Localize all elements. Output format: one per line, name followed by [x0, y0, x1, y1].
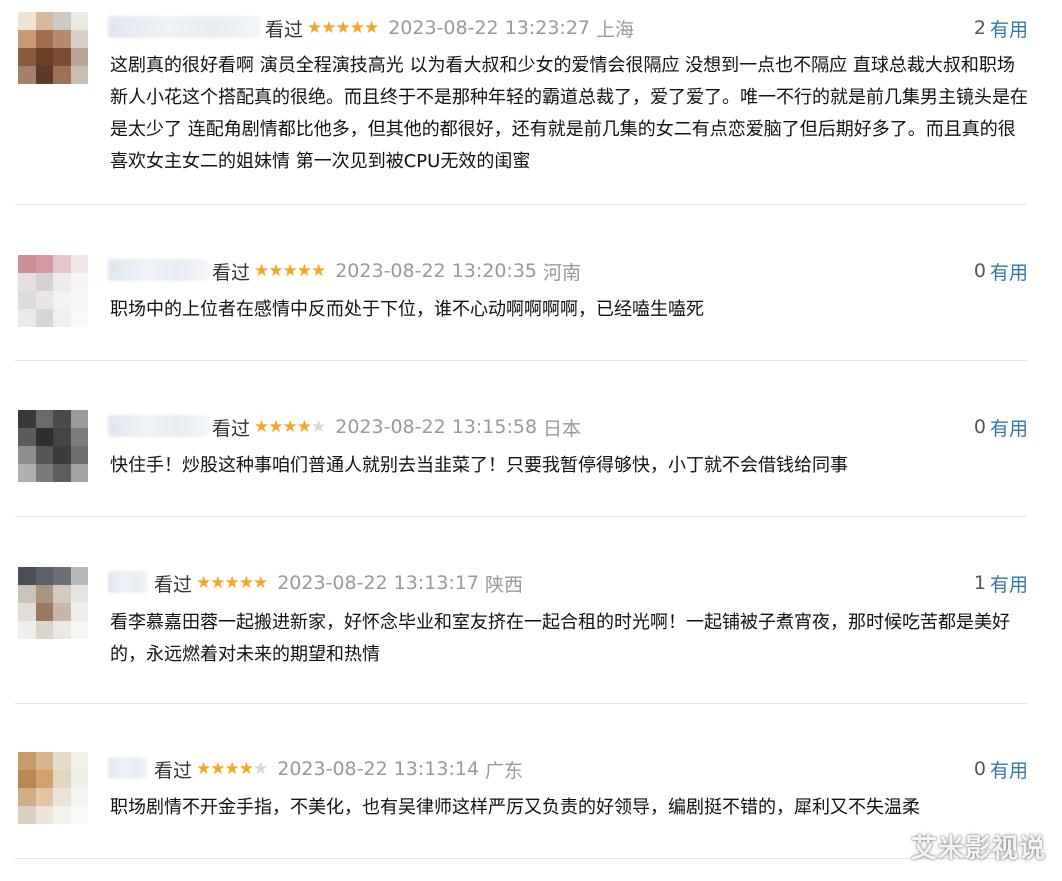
comment-time: 2023-08-22 13:13:14: [277, 758, 480, 780]
comment-time: 2023-08-22 13:20:35: [335, 260, 538, 282]
rating-stars: ★★★★★: [196, 759, 268, 779]
comment-time: 2023-08-22 13:13:17: [277, 572, 480, 594]
vote-count: 0: [973, 416, 986, 438]
comment-location: 陕西: [485, 573, 524, 596]
divider: [15, 516, 1027, 517]
comment-text: 看李慕嘉田蓉一起搬进新家，好怀念毕业和室友挤在一起合租的时光啊！一起铺被子煮宵夜…: [110, 612, 1010, 665]
avatar[interactable]: [18, 12, 88, 84]
rating-stars: ★★★★★: [254, 417, 326, 437]
divider: [15, 204, 1027, 205]
avatar[interactable]: [18, 255, 88, 327]
username[interactable]: [108, 757, 148, 779]
useful-button[interactable]: 有用: [990, 756, 1028, 783]
rating-stars: ★★★★★: [196, 573, 268, 593]
vote-count: 0: [973, 758, 986, 780]
watched-label: 看过: [265, 18, 304, 41]
watched-label: 看过: [212, 261, 251, 284]
rating-stars: ★★★★★: [307, 18, 379, 38]
useful-vote[interactable]: 0 有用: [974, 414, 1028, 440]
username[interactable]: [108, 571, 148, 593]
useful-button[interactable]: 有用: [990, 414, 1028, 441]
useful-button[interactable]: 有用: [990, 15, 1028, 42]
useful-vote[interactable]: 1 有用: [974, 570, 1028, 596]
comment-meta: 看过 ★★★★★ 2023-08-22 13:15:58 日本: [212, 414, 581, 440]
comment-location: 日本: [543, 417, 582, 440]
avatar[interactable]: [18, 410, 88, 482]
avatar[interactable]: [18, 567, 88, 639]
comment-text: 快住手！炒股这种事咱们普通人就别去当韭菜了！只要我暂停得够快，小丁就不会借钱给同…: [110, 455, 848, 476]
comment-text: 这剧真的很好看啊 演员全程演技高光 以为看大叔和少女的爱情会很隔应 没想到一点也…: [110, 55, 1028, 172]
comment-location: 河南: [543, 261, 582, 284]
useful-vote[interactable]: 0 有用: [974, 258, 1028, 284]
watermark: 艾米影视说: [910, 834, 1046, 864]
vote-count: 0: [973, 260, 986, 282]
comment-location: 上海: [596, 18, 635, 41]
comment-text: 职场中的上位者在感情中反而处于下位，谁不心动啊啊啊啊，已经嗑生嗑死: [110, 299, 704, 320]
useful-vote[interactable]: 0 有用: [974, 756, 1028, 782]
watched-label: 看过: [154, 759, 193, 782]
divider: [15, 858, 1027, 859]
username[interactable]: [108, 259, 208, 281]
comment-time: 2023-08-22 13:15:58: [335, 416, 538, 438]
comment-meta: 看过 ★★★★★ 2023-08-22 13:20:35 河南: [212, 258, 581, 284]
avatar[interactable]: [18, 752, 88, 824]
comment-meta: 看过 ★★★★★ 2023-08-22 13:23:27 上海: [265, 15, 634, 41]
comment-text: 职场剧情不开金手指，不美化，也有吴律师这样严厉又负责的好领导，编剧挺不错的，犀利…: [110, 797, 920, 818]
username[interactable]: [108, 16, 260, 38]
comment-meta: 看过 ★★★★★ 2023-08-22 13:13:17 陕西: [154, 570, 523, 596]
username[interactable]: [108, 415, 208, 437]
comment-meta: 看过 ★★★★★ 2023-08-22 13:13:14 广东: [154, 756, 523, 782]
useful-button[interactable]: 有用: [990, 258, 1028, 285]
useful-vote[interactable]: 2 有用: [974, 15, 1028, 41]
rating-stars: ★★★★★: [254, 261, 326, 281]
watched-label: 看过: [154, 573, 193, 596]
watched-label: 看过: [212, 417, 251, 440]
useful-button[interactable]: 有用: [990, 570, 1028, 597]
comment-time: 2023-08-22 13:23:27: [388, 17, 591, 39]
vote-count: 1: [973, 572, 986, 594]
vote-count: 2: [973, 17, 986, 39]
divider: [15, 360, 1027, 361]
divider: [15, 703, 1027, 704]
comment-location: 广东: [485, 759, 524, 782]
